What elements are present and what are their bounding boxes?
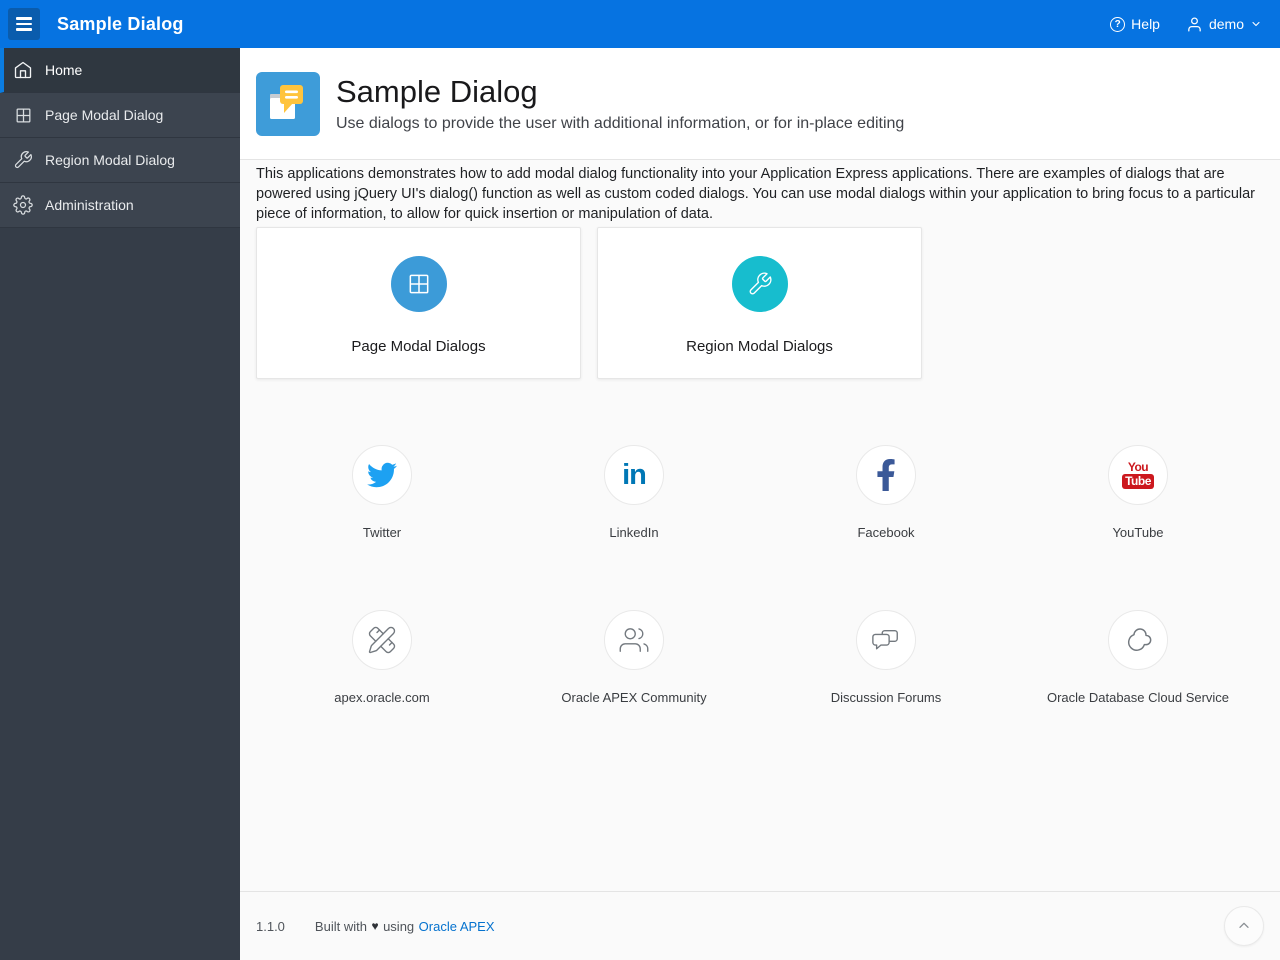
link-label: Twitter — [362, 525, 402, 540]
youtube-wordmark: You Tube — [1122, 461, 1154, 489]
youtube-icon: You Tube — [1108, 445, 1168, 505]
link-youtube[interactable]: You Tube YouTube — [1012, 445, 1264, 540]
page-header: Sample Dialog Use dialogs to provide the… — [240, 48, 1280, 160]
help-icon: ? — [1110, 16, 1126, 32]
sidebar-item-region-modal-dialog[interactable]: Region Modal Dialog — [0, 138, 240, 183]
app-header: Sample Dialog ? Help demo — [0, 0, 1280, 48]
link-label: YouTube — [1112, 525, 1164, 540]
chevron-up-icon — [1239, 922, 1249, 928]
pencil-ruler-icon — [352, 610, 412, 670]
sidebar-item-label: Home — [45, 62, 83, 78]
gear-icon — [13, 195, 33, 215]
help-label: Help — [1131, 16, 1160, 32]
twitter-icon — [352, 445, 412, 505]
youtube-wordmark-bottom: Tube — [1122, 474, 1154, 489]
users-icon — [604, 610, 664, 670]
link-discussion-forums[interactable]: Discussion Forums — [760, 610, 1012, 705]
grid-icon — [13, 105, 33, 125]
linkedin-icon: in — [604, 445, 664, 505]
app-title: Sample Dialog — [57, 13, 184, 34]
sidebar-item-home[interactable]: Home — [0, 48, 240, 93]
sidebar-item-label: Region Modal Dialog — [45, 152, 175, 168]
link-apex-oracle-com[interactable]: apex.oracle.com — [256, 610, 508, 705]
sidebar-item-page-modal-dialog[interactable]: Page Modal Dialog — [0, 93, 240, 138]
link-label: LinkedIn — [609, 525, 659, 540]
version-text: 1.1.0 — [256, 918, 285, 934]
cards-row: Page Modal Dialogs Region Modal Dialogs — [256, 227, 1264, 379]
header-right: ? Help demo — [1110, 16, 1262, 33]
user-name: demo — [1208, 16, 1244, 32]
sidebar-item-label: Page Modal Dialog — [45, 107, 164, 123]
intro-text: This applications demonstrates how to ad… — [256, 166, 1255, 222]
link-label: Discussion Forums — [830, 690, 942, 705]
sidebar-item-label: Administration — [45, 197, 134, 213]
link-twitter[interactable]: Twitter — [256, 445, 508, 540]
help-link[interactable]: ? Help — [1110, 16, 1160, 32]
wrench-icon — [731, 256, 788, 312]
hamburger-menu-button[interactable] — [8, 8, 40, 40]
main-region: Sample Dialog Use dialogs to provide the… — [240, 48, 1280, 960]
link-facebook[interactable]: Facebook — [760, 445, 1012, 540]
sidebar-nav: Home Page Modal Dialog Region Modal Dial… — [0, 48, 240, 228]
link-oracle-apex-community[interactable]: Oracle APEX Community — [508, 610, 760, 705]
link-oracle-database-cloud-service[interactable]: Oracle Database Cloud Service — [1012, 610, 1264, 705]
scroll-to-top-button[interactable] — [1224, 906, 1264, 946]
link-label: Facebook — [857, 525, 915, 540]
card-region-modal-dialogs[interactable]: Region Modal Dialogs — [597, 227, 922, 379]
youtube-wordmark-top: You — [1127, 460, 1149, 474]
chevron-down-icon — [1252, 21, 1260, 27]
card-label: Region Modal Dialogs — [686, 338, 833, 355]
card-page-modal-dialogs[interactable]: Page Modal Dialogs — [256, 227, 581, 379]
page-subtitle: Use dialogs to provide the user with add… — [336, 114, 905, 132]
app-logo-icon — [256, 71, 320, 136]
link-linkedin[interactable]: in LinkedIn — [508, 445, 760, 540]
built-with-text: Built with ♥ using Oracle APEX — [315, 919, 495, 934]
app-footer: 1.1.0 Built with ♥ using Oracle APEX — [240, 891, 1280, 960]
grid-icon — [390, 256, 447, 312]
hamburger-icon — [16, 17, 32, 31]
heart-icon: ♥ — [371, 919, 379, 933]
user-icon — [1188, 16, 1201, 32]
chat-bubbles-icon — [856, 610, 916, 670]
card-label: Page Modal Dialogs — [351, 338, 486, 355]
page-title: Sample Dialog — [336, 74, 538, 110]
wrench-icon — [13, 150, 33, 170]
link-label: Oracle Database Cloud Service — [1046, 690, 1230, 705]
linkedin-wordmark: in — [622, 458, 647, 491]
sidebar-item-administration[interactable]: Administration — [0, 183, 240, 228]
link-label: apex.oracle.com — [334, 690, 430, 705]
quick-links-grid: Twitter in LinkedIn Facebook You Tube Yo… — [256, 445, 1264, 705]
facebook-icon — [856, 445, 916, 505]
sidebar: Home Page Modal Dialog Region Modal Dial… — [0, 48, 240, 960]
page-header-text: Sample Dialog Use dialogs to provide the… — [336, 74, 904, 133]
link-label: Oracle APEX Community — [561, 690, 707, 705]
home-icon — [13, 60, 33, 80]
built-with-prefix: Built with — [314, 918, 367, 934]
oracle-apex-link[interactable]: Oracle APEX — [419, 919, 495, 934]
content-body: This applications demonstrates how to ad… — [240, 160, 1280, 891]
user-menu[interactable]: demo — [1186, 16, 1262, 33]
cloud-icon — [1108, 610, 1168, 670]
built-with-using: using — [383, 918, 415, 934]
